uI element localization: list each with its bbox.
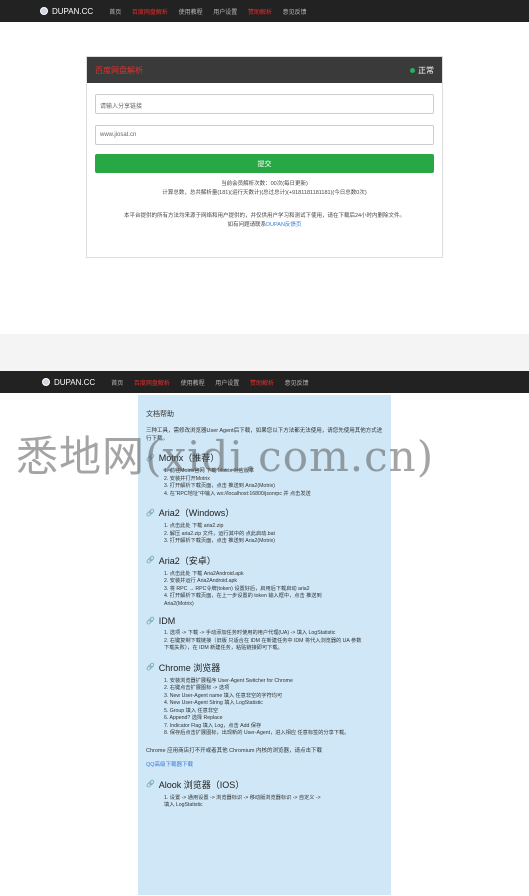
link-icon: 🔗: [146, 509, 155, 517]
list-item: 3. 将 RPC → RPC令牌(token) 设置好后，启用后下载启动 ari…: [164, 585, 310, 592]
status-text: 正常: [418, 65, 434, 75]
list-item: 8. 保存后点击扩展图标，出现新的 User-Agent，进入相应 任意标签的分…: [164, 730, 350, 736]
section-title-text: Chrome 浏览器: [158, 662, 221, 673]
nav-menu: 首页 百度网盘解析 使用教程 用户设置 赞助解析 意见反馈: [109, 7, 315, 16]
link-icon: 🔗: [146, 781, 155, 788]
link-icon: 🔗: [146, 618, 155, 625]
top-navbar-2: DUPAN.CC 首页 百度网盘解析 使用教程 用户设置 赞助解析 意见反馈: [0, 371, 529, 393]
doc-section: 🔗 Aria2（安卓） 1. 点击此处 下载 Aria2Android.apk 2. …: [146, 554, 383, 609]
list-item: 5. Group 填入 任意非空: [164, 707, 219, 714]
brand-logo-2[interactable]: DUPAN.CC: [42, 378, 95, 387]
watermark: 悉地网(xidi.com.cn): [16, 432, 435, 481]
list-item: 1. 设置 -> 通用设置 -> 浏览器标识 -> 移动版浏览器标识 -> 自定…: [164, 794, 321, 801]
link-icon: 🔗: [146, 664, 155, 671]
nav-menu-2: 首页 百度网盘解析 使用教程 用户设置 赞助解析 意见反馈: [111, 378, 317, 387]
panel-header: 百度网盘解析 正常: [87, 57, 442, 83]
nav-item-settings[interactable]: 用户设置: [213, 10, 237, 16]
brand-logo[interactable]: DUPAN.CC: [40, 7, 93, 16]
section-title: 🔗 Aria2（安卓）: [146, 554, 383, 567]
separator: [0, 334, 529, 371]
nav-item-parse[interactable]: 百度网盘解析: [132, 10, 168, 16]
list-item: 填入 LogStatistic: [164, 802, 203, 808]
note-line-1: 本平台提供的所有方法均来源于网络和用户提供的，并仅供用户学习和测试下使用，请在下…: [123, 213, 406, 219]
doc-section: 🔗 IDM 1. 选项 -> 下载 -> 手动添加任务时使用的用户代理(UA) ->…: [146, 616, 383, 653]
cloud-icon: [40, 7, 48, 15]
status-badge: 正常: [410, 65, 434, 76]
list-item: 3. 打开解析下载页面，点击 推送到 Aria2(Motrix): [164, 538, 275, 544]
stat-line-2: 计算总数，总共解析量(181)(运行天数计)(总过总计)(+9181181181…: [162, 190, 367, 196]
disclaimer: 本平台提供的所有方法均来源于网络和用户提供的，并仅供用户学习和测试下使用，请在下…: [87, 212, 442, 230]
list-item: 2. 右键复制下载链接（旧版 只适合在 IDM 在新建任务中 IDM 将代入浏览…: [164, 637, 362, 644]
nav-item-tutorial[interactable]: 使用教程: [181, 381, 205, 387]
nav-item-home[interactable]: 首页: [111, 381, 123, 387]
doc-section: 🔗 Aria2（Windows） 1. 点击此处 下载 aria2.zip 2. 解压…: [146, 506, 383, 546]
status-dot-icon: [410, 67, 415, 73]
doc-header: 文档帮助: [146, 411, 174, 418]
section-title-text: Aria2（安卓）: [158, 555, 216, 566]
qq-download-link[interactable]: QQ高级下载器下载: [146, 760, 383, 768]
list-item: Aria2(Motrix): [164, 600, 194, 607]
panel-title: 百度网盘解析: [95, 65, 143, 75]
list-item: 3. New User-Agent name 填入 任意非空的字符均可: [164, 692, 283, 699]
brand-name-2: DUPAN.CC: [54, 377, 96, 387]
list-item: 下载失败），在 IDM 新建任务，粘贴链接即可下载。: [164, 645, 283, 651]
section-alook: 🔗 Alook 浏览器（IOS） 1. 设置 -> 通用设置 -> 浏览器标识 -…: [146, 778, 383, 810]
nav-item-sponsor[interactable]: 赞助解析: [248, 10, 272, 16]
top-navbar: DUPAN.CC 首页 百度网盘解析 使用教程 用户设置 赞助解析 意见反馈: [0, 0, 529, 22]
nav-item-parse[interactable]: 百度网盘解析: [134, 381, 170, 387]
section-title: 🔗 Alook 浏览器（IOS）: [146, 778, 383, 791]
cloud-icon: [42, 378, 50, 386]
list-item: 1. 点击此处 下载 Aria2Android.apk: [164, 570, 244, 577]
section-title: 🔗 Chrome 浏览器: [146, 661, 383, 674]
list-item: 2. 安装并运行 Aria2Android.apk: [164, 578, 237, 584]
share-link-input[interactable]: 请输入分享链接: [95, 94, 434, 114]
list-item: 2. 解压 aria2.zip 文件，运行其中的 点此启动.bat: [164, 530, 275, 537]
list-item: 4. 打开解析下载页面，在上一步设置的 token 输入框中，点击 推送到: [164, 593, 322, 599]
note-line-2: 如有问题请联系DUPAN反馈页: [87, 221, 442, 230]
nav-item-settings[interactable]: 用户设置: [215, 381, 239, 387]
help-area: 文档帮助 三种工具，需修改浏览器User Agent后下载，如果您以下方法都无法…: [0, 393, 529, 896]
section-list: 1. 点击此处 下载 aria2.zip 2. 解压 aria2.zip 文件，运…: [146, 523, 383, 546]
section-list: 1. 选项 -> 下载 -> 手动添加任务时使用的用户代理(UA) -> 填入 …: [146, 630, 383, 653]
list-item: 6. Append? 选择 Replace: [164, 715, 223, 721]
list-item: 4. New User-Agent String 填入 LogStatistic: [164, 700, 263, 706]
list-item: 7. Indicator Flag 填入 Log，点击 Add 保存: [164, 722, 262, 729]
nav-item-home[interactable]: 首页: [109, 10, 121, 16]
submit-button[interactable]: 提交: [95, 154, 434, 173]
section-title-text: Aria2（Windows）: [158, 508, 235, 518]
list-item: 1. 安装浏览器扩展程序 User-Agent Switcher for Chr…: [164, 677, 293, 684]
doc-section: 🔗 Chrome 浏览器 1. 安装浏览器扩展程序 User-Agent Switc…: [146, 661, 383, 738]
stats: 当前会员解析次数：00次(每日更新) 计算总数，总共解析量(181)(运行天数计…: [87, 180, 442, 198]
nav-item-tutorial[interactable]: 使用教程: [179, 10, 203, 16]
list-item: 1. 点击此处 下载 aria2.zip: [164, 523, 224, 529]
list-item: 2. 右键点击扩展图标 -> 选项: [164, 685, 230, 691]
link-icon: 🔗: [146, 557, 155, 564]
section-list: 1. 点击此处 下载 Aria2Android.apk 2. 安装并运行 Aria…: [146, 571, 383, 609]
stat-line-1: 当前会员解析次数：00次(每日更新): [221, 181, 308, 187]
nav-item-feedback[interactable]: 意见反馈: [283, 10, 307, 16]
section-title: 🔗 Aria2（Windows）: [146, 506, 383, 519]
nav-item-sponsor[interactable]: 赞助解析: [250, 381, 274, 387]
section-list: 1. 安装浏览器扩展程序 User-Agent Switcher for Chr…: [146, 678, 383, 738]
section-list: 1. 设置 -> 通用设置 -> 浏览器标识 -> 移动版浏览器标识 -> 自定…: [146, 795, 383, 810]
parse-panel: 百度网盘解析 正常 请输入分享链接 www.jiosat.cn 提交 当前会员解…: [86, 56, 443, 258]
password-input[interactable]: www.jiosat.cn: [95, 125, 434, 145]
section-title-text: Alook 浏览器（IOS）: [158, 779, 245, 790]
note-prefix: 如有问题请联系: [227, 222, 267, 228]
list-item: 1. 选项 -> 下载 -> 手动添加任务时使用的用户代理(UA) -> 填入 …: [164, 630, 336, 636]
nav-item-feedback[interactable]: 意见反馈: [285, 381, 309, 387]
chrome-note: Chrome 应用商店打不开或者其他 Chromium 内核的浏览器，请点击下载: [146, 747, 323, 754]
section-title-text: IDM: [158, 616, 176, 626]
brand-name: DUPAN.CC: [52, 6, 94, 16]
doc-sections: 🔗 Motrix（推荐） 1. 前往Motrix官网 下载 Motrix 对应版本 2…: [146, 451, 383, 738]
section-title: 🔗 IDM: [146, 616, 383, 626]
main-area: 百度网盘解析 正常 请输入分享链接 www.jiosat.cn 提交 当前会员解…: [0, 22, 529, 334]
list-item: 3. 打开解析下载页面，点击 推送到 Aria2(Motrix): [164, 483, 275, 489]
feedback-link[interactable]: DUPAN反馈页: [266, 222, 301, 228]
list-item: 4. 在“RPC地址”中输入 ws://localhost:16800/json…: [164, 490, 311, 497]
